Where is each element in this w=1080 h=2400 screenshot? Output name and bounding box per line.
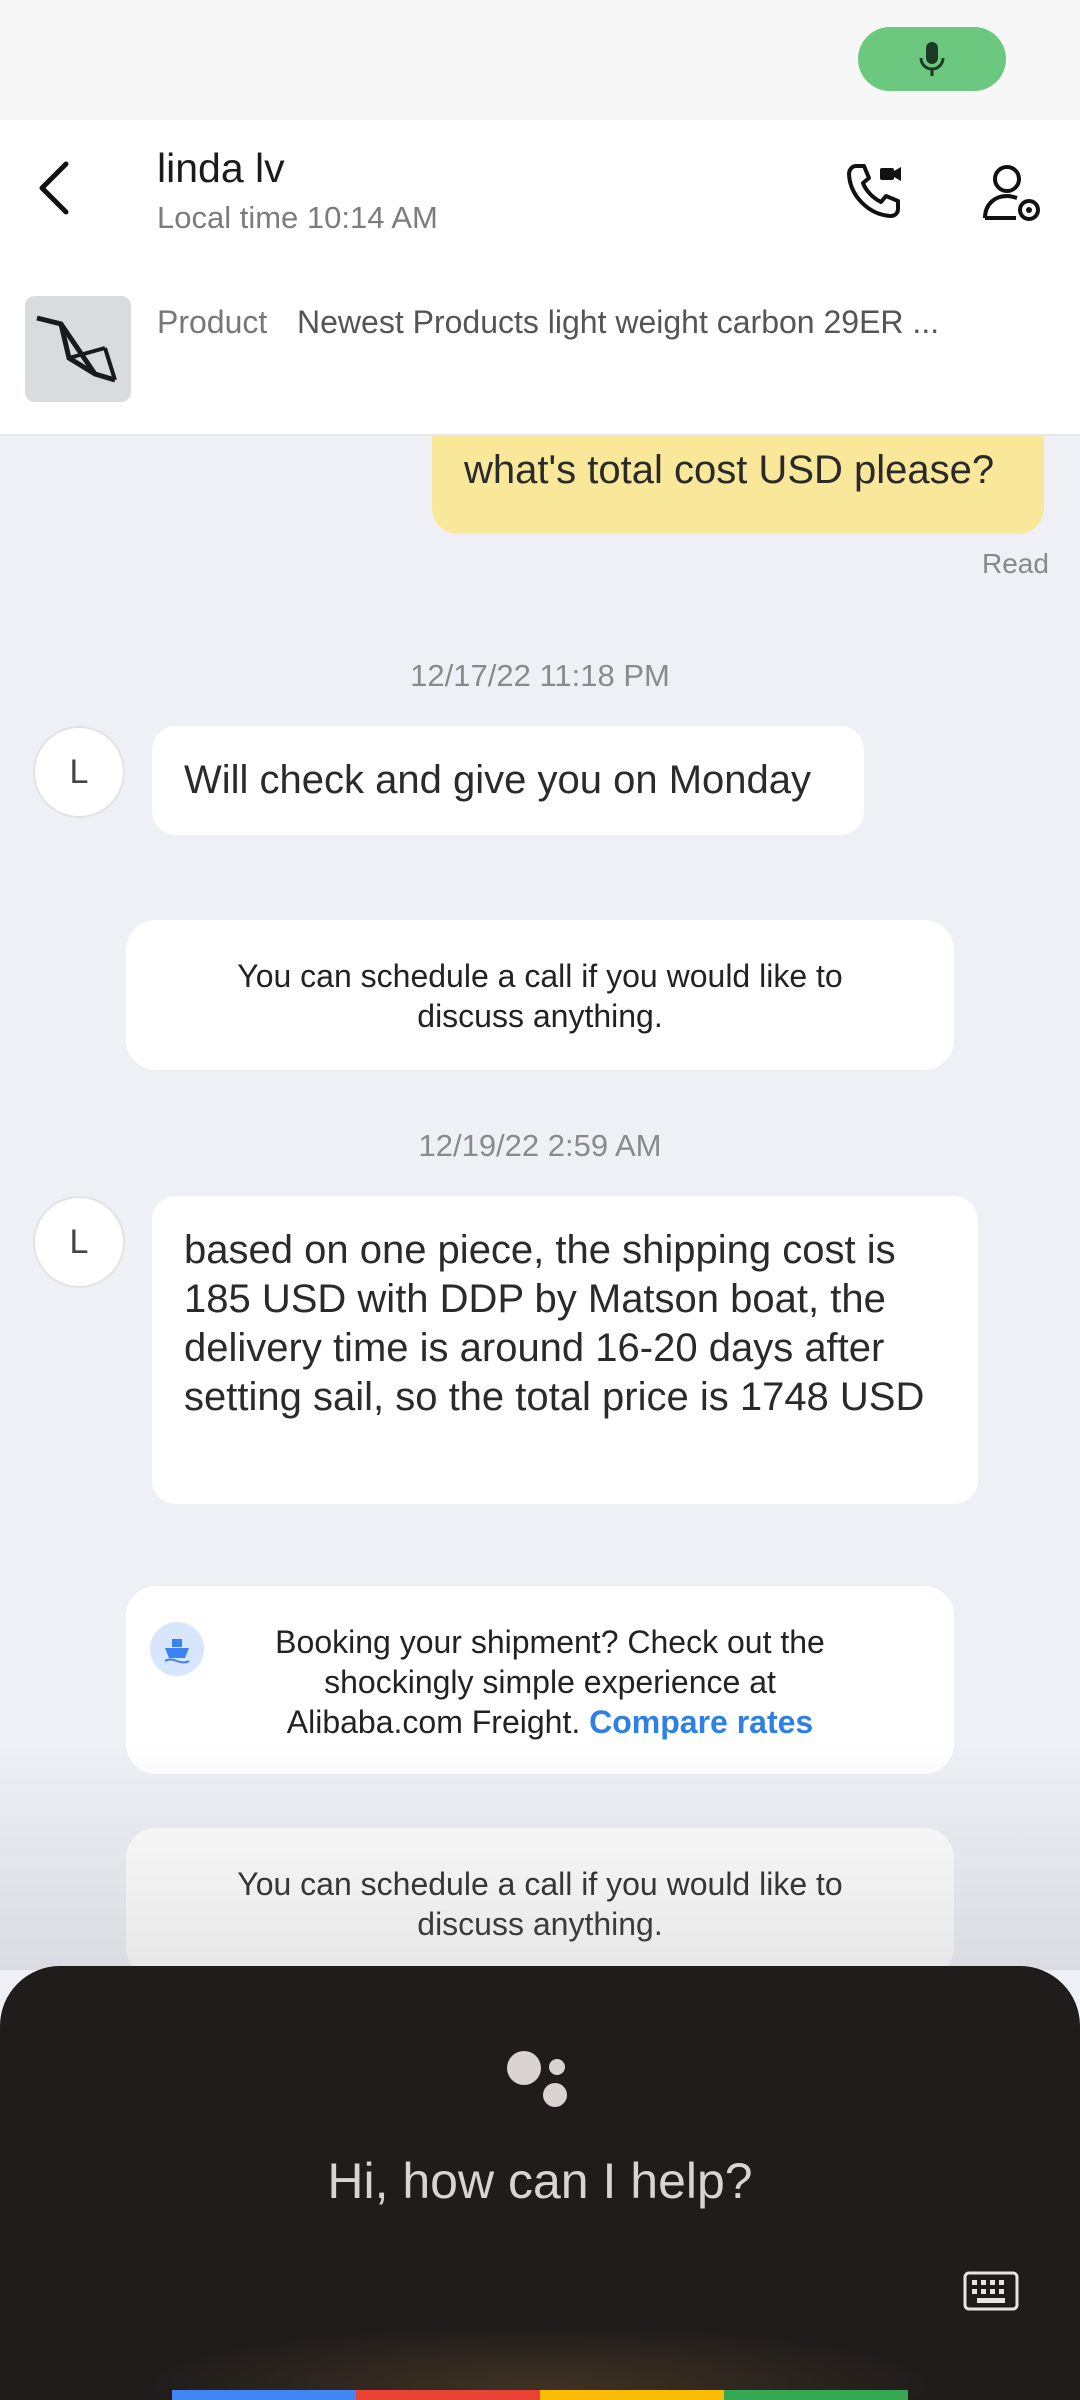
contact-profile-button[interactable]	[972, 152, 1052, 232]
keyboard-icon	[963, 2271, 1019, 2311]
message-list[interactable]: what's total cost USD please? Read 12/17…	[0, 436, 1080, 1966]
video-call-icon	[847, 164, 901, 218]
assistant-panel[interactable]: Hi, how can I help?	[0, 1966, 1080, 2400]
schedule-call-card[interactable]: You can schedule a call if you would lik…	[126, 1828, 954, 1966]
bike-frame-image	[25, 296, 131, 402]
freight-icon-badge	[150, 1622, 204, 1676]
call-button[interactable]	[834, 152, 914, 232]
outgoing-message[interactable]: what's total cost USD please?	[432, 436, 1044, 534]
back-button[interactable]	[22, 156, 86, 220]
microphone-indicator[interactable]	[858, 27, 1006, 91]
microphone-icon	[919, 42, 945, 76]
color-bar-yellow	[540, 2390, 724, 2400]
avatar[interactable]: L	[33, 1196, 125, 1288]
assistant-logo-icon	[507, 2051, 567, 2107]
product-thumbnail[interactable]	[25, 296, 131, 402]
assistant-glow	[140, 2326, 940, 2400]
back-arrow-icon	[39, 161, 69, 215]
contact-name[interactable]: linda lv	[157, 145, 285, 192]
status-bar	[0, 0, 1080, 120]
message-timestamp: 12/17/22 11:18 PM	[410, 658, 670, 693]
color-bar-red	[356, 2390, 540, 2400]
incoming-message[interactable]: based on one piece, the shipping cost is…	[152, 1196, 978, 1504]
product-label: Product	[157, 304, 268, 340]
incoming-message[interactable]: Will check and give you on Monday	[152, 726, 864, 835]
color-bar-green	[724, 2390, 908, 2400]
read-status: Read	[982, 548, 1049, 579]
avatar[interactable]: L	[33, 726, 125, 818]
product-title[interactable]: Newest Products light weight carbon 29ER…	[297, 304, 987, 341]
contact-local-time: Local time 10:14 AM	[157, 200, 438, 235]
chat-header: linda lv Local time 10:14 AM	[0, 120, 1080, 260]
product-bar[interactable]: Product Newest Products light weight car…	[0, 260, 1080, 436]
color-bar-blue	[172, 2390, 356, 2400]
assistant-color-bar	[172, 2390, 908, 2400]
message-timestamp: 12/19/22 2:59 AM	[418, 1128, 662, 1163]
schedule-call-card[interactable]: You can schedule a call if you would lik…	[126, 920, 954, 1070]
freight-card[interactable]: Booking your shipment? Check out the sho…	[126, 1586, 954, 1774]
contact-settings-icon	[983, 165, 1040, 221]
ship-icon	[164, 1639, 190, 1664]
compare-rates-link[interactable]: Compare rates	[589, 1704, 813, 1740]
keyboard-button[interactable]	[958, 2266, 1024, 2316]
assistant-prompt: Hi, how can I help?	[327, 2153, 753, 2209]
